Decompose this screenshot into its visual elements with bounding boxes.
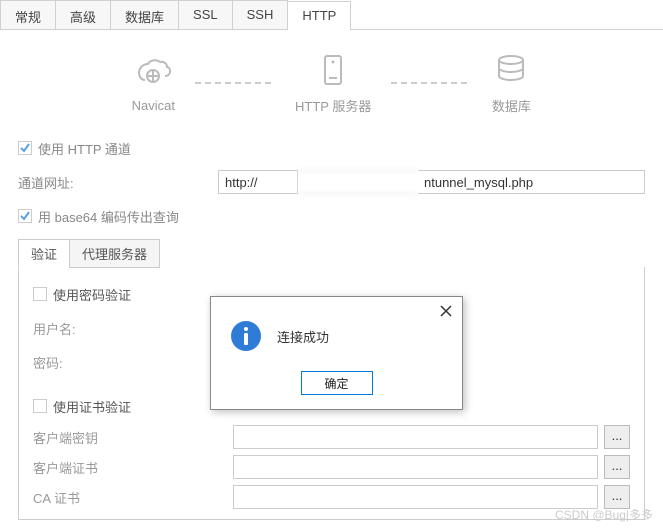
dialog-message: 连接成功	[277, 327, 329, 346]
use-cert-checkbox[interactable]	[33, 399, 47, 413]
tab-database[interactable]: 数据库	[110, 0, 179, 29]
client-cert-browse-button[interactable]: ...	[604, 455, 630, 479]
connection-diagram: Navicat HTTP 服务器 数据库	[0, 30, 663, 125]
use-http-tunnel-label: 使用 HTTP 通道	[38, 139, 131, 158]
tunnel-url-label: 通道网址:	[18, 173, 218, 192]
base64-label: 用 base64 编码传出查询	[38, 207, 179, 226]
diagram-line	[195, 82, 275, 84]
watermark: CSDN @Bug|多多	[555, 506, 653, 523]
subtab-proxy[interactable]: 代理服务器	[69, 239, 160, 268]
redacted-host	[298, 170, 418, 194]
info-icon	[229, 319, 263, 353]
username-label: 用户名:	[33, 319, 223, 338]
http-server-node: HTTP 服务器	[295, 50, 371, 115]
ca-cert-input[interactable]	[233, 485, 598, 509]
ca-cert-label: CA 证书	[33, 488, 233, 507]
sub-tabs: 验证 代理服务器	[18, 239, 645, 268]
client-key-input[interactable]	[233, 425, 598, 449]
diagram-line	[391, 82, 471, 84]
subtab-auth[interactable]: 验证	[18, 239, 70, 268]
tab-general[interactable]: 常规	[0, 0, 56, 29]
message-dialog: 连接成功 确定	[210, 296, 463, 410]
tab-ssh[interactable]: SSH	[232, 0, 289, 29]
use-http-tunnel-checkbox[interactable]	[18, 141, 32, 155]
database-icon	[491, 50, 531, 90]
close-icon	[438, 303, 454, 319]
navicat-icon	[133, 52, 173, 92]
navicat-node: Navicat	[132, 52, 175, 113]
tab-http[interactable]: HTTP	[287, 1, 351, 30]
client-cert-input[interactable]	[233, 455, 598, 479]
password-label: 密码:	[33, 353, 223, 372]
dialog-close-button[interactable]	[438, 303, 454, 319]
navicat-label: Navicat	[132, 98, 175, 113]
tunnel-url-input[interactable]	[218, 170, 298, 194]
http-server-label: HTTP 服务器	[295, 96, 371, 115]
tab-advanced[interactable]: 高级	[55, 0, 111, 29]
client-key-label: 客户端密钥	[33, 428, 233, 447]
database-label: 数据库	[492, 96, 531, 115]
main-tabs: 常规 高级 数据库 SSL SSH HTTP	[0, 0, 663, 30]
use-password-checkbox[interactable]	[33, 287, 47, 301]
use-password-label: 使用密码验证	[53, 285, 131, 304]
client-cert-label: 客户端证书	[33, 458, 233, 477]
client-key-browse-button[interactable]: ...	[604, 425, 630, 449]
database-node: 数据库	[491, 50, 531, 115]
tab-ssl[interactable]: SSL	[178, 0, 233, 29]
tunnel-url-suffix[interactable]	[418, 170, 645, 194]
dialog-ok-button[interactable]: 确定	[301, 371, 373, 395]
use-cert-label: 使用证书验证	[53, 397, 131, 416]
base64-checkbox[interactable]	[18, 209, 32, 223]
server-icon	[313, 50, 353, 90]
